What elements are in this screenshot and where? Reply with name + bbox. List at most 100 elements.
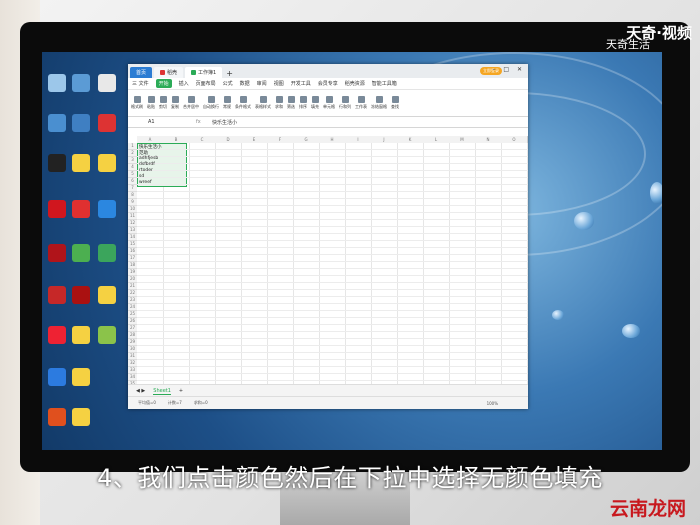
- menu-review[interactable]: 审阅: [257, 80, 267, 87]
- ribbon-wrap[interactable]: 自动换行: [203, 96, 219, 110]
- row-header[interactable]: 25: [128, 311, 137, 318]
- row-header[interactable]: 12: [128, 220, 137, 227]
- ribbon-fill[interactable]: 填充: [311, 96, 319, 110]
- computer-icon[interactable]: [72, 74, 90, 92]
- row-header[interactable]: 32: [128, 360, 137, 367]
- menu-view[interactable]: 视图: [274, 80, 284, 87]
- row-header[interactable]: 10: [128, 206, 137, 213]
- music-icon[interactable]: [72, 200, 90, 218]
- document-icon[interactable]: [98, 74, 116, 92]
- network-icon[interactable]: [48, 114, 66, 132]
- menu-file[interactable]: 三 文件: [132, 80, 149, 87]
- ribbon-row-col[interactable]: 行和列: [339, 96, 351, 110]
- app-red-icon[interactable]: [48, 408, 66, 426]
- menu-toolbox[interactable]: 智能工具箱: [372, 80, 397, 87]
- new-tab-button[interactable]: +: [226, 69, 233, 78]
- row-header[interactable]: 21: [128, 283, 137, 290]
- ribbon-conditional-format[interactable]: 条件格式: [235, 96, 251, 110]
- column-header[interactable]: E: [241, 136, 268, 143]
- row-header[interactable]: 17: [128, 255, 137, 262]
- ribbon-sum[interactable]: 求和: [275, 96, 283, 110]
- tab-home[interactable]: 首页: [130, 67, 153, 78]
- row-header[interactable]: 22: [128, 290, 137, 297]
- ribbon-format-painter[interactable]: 格式刷: [131, 96, 143, 110]
- column-header[interactable]: N: [475, 136, 502, 143]
- row-header[interactable]: 4: [128, 164, 137, 171]
- column-header[interactable]: G: [293, 136, 320, 143]
- app-icon[interactable]: [48, 368, 66, 386]
- row-header[interactable]: 15: [128, 241, 137, 248]
- row-header[interactable]: 1: [128, 143, 137, 150]
- recycle-bin-icon[interactable]: [48, 74, 66, 92]
- folder-icon[interactable]: [72, 408, 90, 426]
- ribbon-cut[interactable]: 剪切: [159, 96, 167, 110]
- row-header[interactable]: 31: [128, 353, 137, 360]
- row-header[interactable]: 2: [128, 150, 137, 157]
- control-panel-icon[interactable]: [72, 114, 90, 132]
- row-header[interactable]: 16: [128, 248, 137, 255]
- app-blue-icon[interactable]: [98, 200, 116, 218]
- ribbon-worksheet[interactable]: 工作表: [355, 96, 367, 110]
- ribbon-number-format[interactable]: 常规: [223, 96, 231, 110]
- row-header[interactable]: 27: [128, 325, 137, 332]
- folder-icon[interactable]: [72, 154, 90, 172]
- row-header[interactable]: 8: [128, 192, 137, 199]
- ribbon-table-style[interactable]: 表格样式: [255, 96, 271, 110]
- sheet-nav-icon[interactable]: ◀ ▶: [136, 388, 145, 394]
- menu-docer[interactable]: 稻壳资源: [345, 80, 365, 87]
- office-icon[interactable]: [48, 326, 66, 344]
- ribbon-merge[interactable]: 合并居中: [183, 96, 199, 110]
- row-header[interactable]: 30: [128, 346, 137, 353]
- ribbon-sort[interactable]: 排序: [299, 96, 307, 110]
- column-header[interactable]: D: [215, 136, 242, 143]
- tab-docer[interactable]: 稻壳: [154, 67, 184, 78]
- row-header[interactable]: 26: [128, 318, 137, 325]
- folder-icon[interactable]: [72, 368, 90, 386]
- column-header[interactable]: O: [501, 136, 528, 143]
- row-header[interactable]: 13: [128, 227, 137, 234]
- menu-start[interactable]: 开始: [155, 79, 172, 88]
- flash-icon[interactable]: [48, 244, 66, 262]
- menu-formula[interactable]: 公式: [223, 80, 233, 87]
- cell-value[interactable]: adhfjesb: [139, 156, 158, 161]
- formula-input[interactable]: 快乐生活小: [206, 119, 237, 126]
- app-icon[interactable]: [98, 114, 116, 132]
- column-header[interactable]: L: [423, 136, 450, 143]
- cell-value[interactable]: rtoder: [139, 168, 153, 173]
- folder-icon[interactable]: [98, 286, 116, 304]
- netease-icon[interactable]: [48, 200, 66, 218]
- row-header[interactable]: 33: [128, 367, 137, 374]
- menu-page-layout[interactable]: 页面布局: [196, 80, 216, 87]
- menu-vip[interactable]: 会员专享: [318, 80, 338, 87]
- qq-icon[interactable]: [48, 154, 66, 172]
- sheet-tab[interactable]: Sheet1: [153, 388, 171, 395]
- row-header[interactable]: 3: [128, 157, 137, 164]
- ribbon-filter[interactable]: 筛选: [287, 96, 295, 110]
- game-icon[interactable]: [98, 244, 116, 262]
- row-header[interactable]: 14: [128, 234, 137, 241]
- folder-icon[interactable]: [72, 326, 90, 344]
- ribbon-paste[interactable]: 粘贴: [147, 96, 155, 110]
- row-header[interactable]: 5: [128, 171, 137, 178]
- menu-insert[interactable]: 插入: [179, 80, 189, 87]
- row-header[interactable]: 24: [128, 304, 137, 311]
- add-sheet-button[interactable]: +: [179, 388, 183, 394]
- ribbon-cell[interactable]: 单元格: [323, 96, 335, 110]
- media-icon[interactable]: [48, 286, 66, 304]
- column-header[interactable]: M: [449, 136, 476, 143]
- cell-value[interactable]: sd: [139, 174, 144, 179]
- row-header[interactable]: 7: [128, 185, 137, 192]
- code-icon[interactable]: [98, 326, 116, 344]
- column-header[interactable]: I: [345, 136, 372, 143]
- tab-workbook[interactable]: 工作簿1: [185, 67, 223, 78]
- row-header[interactable]: 6: [128, 178, 137, 185]
- row-header[interactable]: 18: [128, 262, 137, 269]
- row-header[interactable]: 29: [128, 339, 137, 346]
- column-header[interactable]: A: [137, 136, 164, 143]
- chrome-icon[interactable]: [72, 244, 90, 262]
- cell-value[interactable]: dsfbrdf: [139, 162, 155, 167]
- column-header[interactable]: K: [397, 136, 424, 143]
- row-header[interactable]: 20: [128, 276, 137, 283]
- row-header[interactable]: 23: [128, 297, 137, 304]
- window-controls[interactable]: – □ ✕: [492, 66, 525, 73]
